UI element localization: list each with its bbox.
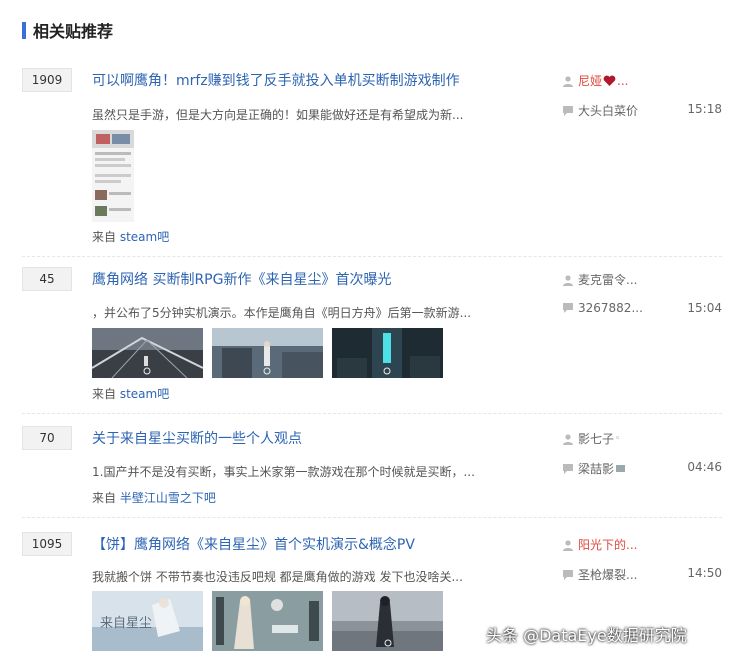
post-item-3: 70 关于来自星尘买断的一些个人观点 1.国产并不是没有买断，事实上米家第一款游… xyxy=(22,426,722,518)
badge-icon xyxy=(616,465,626,472)
author-name-link[interactable]: 麦克雷令... xyxy=(578,271,637,288)
watermark: 头条 @DataEye数据研究院 xyxy=(486,626,687,645)
post-author: 尼娅 ... xyxy=(562,72,628,89)
heart-icon xyxy=(603,75,616,86)
title-accent-bar xyxy=(22,21,26,39)
section-title-text: 相关贴推荐 xyxy=(33,22,114,41)
source-prefix: 来自 xyxy=(92,230,117,244)
comment-icon xyxy=(563,303,573,313)
post-title-link[interactable]: 可以啊鹰角！mrfz赚到钱了反手就投入单机买断制游戏制作 xyxy=(92,70,460,90)
sparkle-icon: ◦ xyxy=(615,433,621,444)
post-excerpt: 我就搬个饼 不带节奏也没违反吧规 都是鹰角做的游戏 发下也没啥关... xyxy=(92,570,463,584)
post-excerpt: 虽然只是手游，但是大方向是正确的！如果能做好还是有希望成为新... xyxy=(92,108,464,122)
user-icon xyxy=(563,433,573,445)
last-reply: 3267882... xyxy=(562,301,643,315)
user-icon xyxy=(563,274,573,286)
post-thumbnails: 来自星尘 xyxy=(92,591,443,651)
forum-link[interactable]: steam吧 xyxy=(120,230,169,244)
post-thumbnails xyxy=(92,328,443,378)
reply-time: 14:50 xyxy=(687,566,722,580)
section-title: 相关贴推荐 xyxy=(22,20,114,41)
forum-link[interactable]: steam吧 xyxy=(120,387,169,401)
last-reply: 大头白菜价 xyxy=(562,102,638,119)
reply-time: 15:18 xyxy=(687,102,722,116)
reply-time: 04:46 xyxy=(687,460,722,474)
author-name-link[interactable]: 影七子 xyxy=(578,430,614,447)
post-author: 阳光下的... xyxy=(562,536,637,553)
post-author: 麦克雷令... xyxy=(562,271,637,288)
post-thumbnail[interactable] xyxy=(332,328,443,378)
post-title-link[interactable]: 【饼】鹰角网络《来自星尘》首个实机演示&概念PV xyxy=(92,534,415,554)
thumbnail-caption: 来自星尘 xyxy=(100,616,152,631)
comment-icon xyxy=(563,569,573,580)
post-thumbnail[interactable] xyxy=(332,591,443,651)
author-name-link[interactable]: 阳光下的... xyxy=(578,536,637,553)
user-icon xyxy=(563,539,573,551)
last-reply-user-link[interactable]: 梁喆影 xyxy=(578,460,614,477)
post-title-link[interactable]: 关于来自星尘买断的一些个人观点 xyxy=(92,428,302,448)
post-source: 来自 steam吧 xyxy=(92,385,169,402)
post-thumbnail[interactable] xyxy=(212,328,323,378)
last-reply-user-link[interactable]: 3267882... xyxy=(578,301,643,315)
post-thumbnail[interactable]: 来自星尘 xyxy=(92,591,203,651)
post-item-1: 1909 可以啊鹰角！mrfz赚到钱了反手就投入单机买断制游戏制作 虽然只是手游… xyxy=(22,68,722,257)
source-prefix: 来自 xyxy=(92,387,117,401)
post-excerpt: ，并公布了5分钟实机演示。本作是鹰角自《明日方舟》后第一款新游... xyxy=(92,306,472,320)
post-source: 来自 steam吧 xyxy=(92,228,169,245)
last-reply-user-link[interactable]: 圣枪爆裂... xyxy=(578,566,637,583)
post-title-link[interactable]: 鹰角网络 买断制RPG新作《来自星尘》首次曝光 xyxy=(92,269,391,289)
post-thumbnail[interactable] xyxy=(212,591,323,651)
post-source: 来自 半壁江山雪之下吧 xyxy=(92,489,216,506)
comment-icon xyxy=(563,463,573,474)
post-item-2: 45 鹰角网络 买断制RPG新作《来自星尘》首次曝光 ，并公布了5分钟实机演示。… xyxy=(22,267,722,414)
reply-count: 70 xyxy=(22,426,72,450)
last-reply: 梁喆影 xyxy=(562,460,626,477)
post-excerpt: 1.国产并不是没有买断，事实上米家第一款游戏在那个时候就是买断，... xyxy=(92,465,475,479)
source-prefix: 来自 xyxy=(92,491,117,505)
reply-time: 15:04 xyxy=(687,301,722,315)
reply-count: 1095 xyxy=(22,532,72,556)
reply-count: 1909 xyxy=(22,68,72,92)
last-reply: 圣枪爆裂... xyxy=(562,566,637,583)
post-author: 影七子 ◦ xyxy=(562,430,620,447)
comment-icon xyxy=(563,105,573,116)
forum-link[interactable]: 半壁江山雪之下吧 xyxy=(120,491,216,505)
post-thumbnails xyxy=(92,130,134,222)
author-name-link[interactable]: 尼娅 xyxy=(578,72,602,89)
reply-count: 45 xyxy=(22,267,72,291)
user-icon xyxy=(563,75,573,87)
last-reply-user-link[interactable]: 大头白菜价 xyxy=(578,102,638,119)
post-thumbnail[interactable] xyxy=(92,328,203,378)
post-thumbnail[interactable] xyxy=(92,130,134,222)
